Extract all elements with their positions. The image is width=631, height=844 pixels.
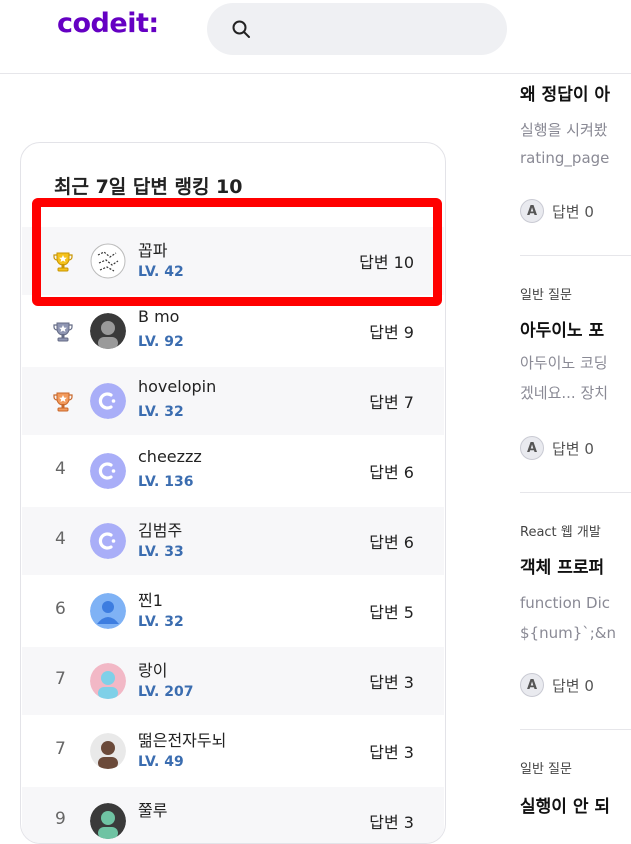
- post-excerpt: 아두이노 코딩: [520, 354, 608, 372]
- answer-count: 답변 3: [369, 813, 414, 832]
- user-level: LV. 32: [138, 404, 184, 420]
- avatar[interactable]: [90, 523, 126, 559]
- codeit-logo[interactable]: codeit:: [57, 8, 159, 39]
- post-title[interactable]: 객체 프로퍼: [520, 553, 631, 578]
- ranking-row[interactable]: 7 랑이 LV. 207 답변 3: [22, 647, 444, 715]
- user-name[interactable]: cheezzz: [138, 447, 202, 466]
- ranking-title: 최근 7일 답변 랭킹 10: [54, 176, 243, 198]
- answer-ranking-card: 최근 7일 답변 랭킹 10 꼽파 LV. 42 답변 10 B mo LV. 92 답변…: [20, 142, 446, 844]
- post-answer-count: 답변 0: [552, 439, 594, 458]
- user-name[interactable]: B mo: [138, 307, 179, 326]
- answer-count: 답변 7: [369, 393, 414, 412]
- post-category: React 웹 개발: [520, 525, 601, 540]
- user-name[interactable]: 김범주: [138, 517, 182, 541]
- answer-count: 답변 6: [369, 463, 414, 482]
- post-excerpt: 실행을 시켜봤: [520, 121, 608, 139]
- post-category: 일반 질문: [520, 762, 572, 777]
- user-level: LV. 42: [138, 264, 184, 280]
- answer-count: 답변 9: [369, 323, 414, 342]
- ranking-row[interactable]: B mo LV. 92 답변 9: [22, 297, 444, 365]
- post-meta: A 답변 0: [520, 436, 631, 460]
- post-divider: [520, 729, 631, 730]
- avatar[interactable]: [90, 243, 126, 279]
- author-avatar-icon: A: [520, 199, 544, 223]
- user-level: LV. 49: [138, 754, 184, 770]
- search-icon: [232, 20, 250, 38]
- ranking-row[interactable]: 7 떪은전자두뇌 LV. 49 답변 3: [22, 717, 444, 785]
- user-name[interactable]: 쭐루: [138, 797, 167, 821]
- post-excerpt: function Dic: [520, 594, 611, 612]
- user-level: LV. 33: [138, 544, 184, 560]
- post-divider: [520, 255, 631, 256]
- post-answer-count: 답변 0: [552, 676, 594, 695]
- ranking-row[interactable]: 4 cheezzz LV. 136 답변 6: [22, 437, 444, 505]
- user-name[interactable]: 랑이: [138, 657, 167, 681]
- avatar[interactable]: [90, 313, 126, 349]
- post-category: 일반 질문: [520, 288, 572, 303]
- user-name[interactable]: 떪은전자두뇌: [138, 727, 226, 751]
- search-bar[interactable]: [207, 3, 507, 55]
- avatar[interactable]: [90, 453, 126, 489]
- rank-number: 7: [55, 739, 66, 759]
- user-name[interactable]: 꼽파: [138, 237, 167, 261]
- silver-trophy-icon: [52, 321, 74, 343]
- post-title[interactable]: 아두이노 포: [520, 316, 631, 341]
- ranking-row[interactable]: 4 김범주 LV. 33 답변 6: [22, 507, 444, 575]
- avatar[interactable]: [90, 803, 126, 839]
- user-name[interactable]: hovelopin: [138, 377, 216, 396]
- post-excerpt: 겠네요... 장치: [520, 384, 609, 402]
- avatar[interactable]: [90, 593, 126, 629]
- rank-number: 9: [55, 809, 66, 829]
- user-name[interactable]: 찐1: [138, 587, 163, 611]
- avatar[interactable]: [90, 733, 126, 769]
- answer-count: 답변 3: [369, 673, 414, 692]
- post-meta: A 답변 0: [520, 673, 631, 697]
- ranking-row[interactable]: 꼽파 LV. 42 답변 10: [22, 227, 444, 295]
- answer-count: 답변 5: [369, 603, 414, 622]
- post-divider: [520, 492, 631, 493]
- rank-number: 4: [55, 459, 66, 479]
- answer-count: 답변 10: [359, 253, 414, 272]
- top-header: codeit:: [0, 0, 631, 74]
- avatar[interactable]: [90, 383, 126, 419]
- author-avatar-icon: A: [520, 673, 544, 697]
- post-excerpt: ${num}`;&n: [520, 624, 617, 642]
- user-level: LV. 136: [138, 474, 194, 490]
- answer-count: 답변 3: [369, 743, 414, 762]
- rank-number: 4: [55, 529, 66, 549]
- ranking-row[interactable]: hovelopin LV. 32 답변 7: [22, 367, 444, 435]
- rank-number: 6: [55, 599, 66, 619]
- user-level: LV. 207: [138, 684, 194, 700]
- post-answer-count: 답변 0: [552, 202, 594, 221]
- ranking-row[interactable]: 6 찐1 LV. 32 답변 5: [22, 577, 444, 645]
- user-level: LV. 32: [138, 614, 184, 630]
- post-title[interactable]: 실행이 안 되: [520, 792, 631, 817]
- bronze-trophy-icon: [52, 391, 74, 413]
- post-excerpt: rating_page: [520, 149, 610, 167]
- gold-trophy-icon: [52, 251, 74, 273]
- author-avatar-icon: A: [520, 436, 544, 460]
- user-level: LV. 92: [138, 334, 184, 350]
- post-meta: A 답변 0: [520, 199, 631, 223]
- post-title[interactable]: 왜 정답이 아: [520, 80, 631, 105]
- ranking-row[interactable]: 9 쭐루답변 3: [22, 787, 444, 843]
- answer-count: 답변 6: [369, 533, 414, 552]
- rank-number: 7: [55, 669, 66, 689]
- avatar[interactable]: [90, 663, 126, 699]
